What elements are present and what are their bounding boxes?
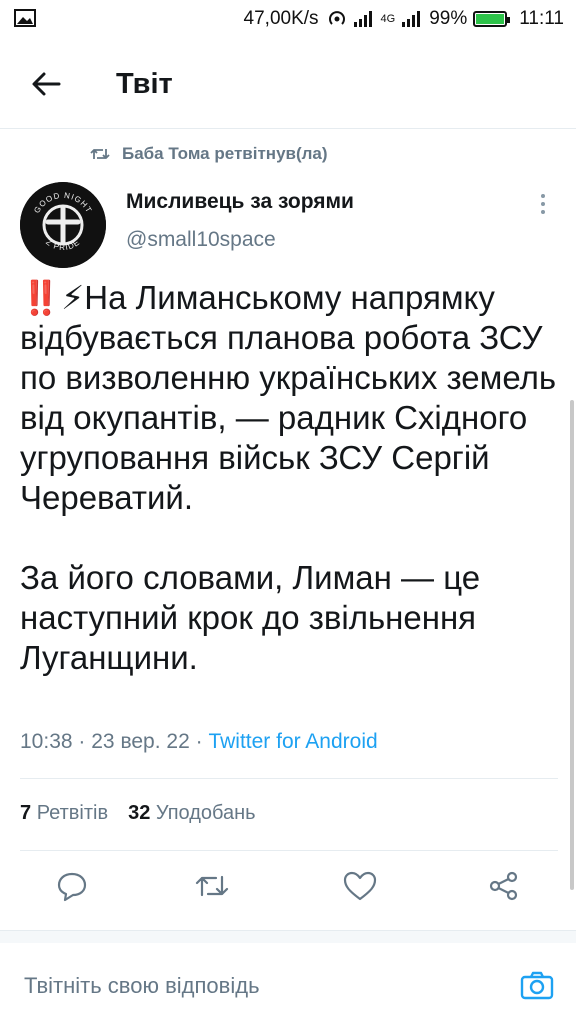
reply-bar: Твітніть свою відповідь (0, 943, 576, 1024)
avatar[interactable]: GOOD NIGHT Z PRIDE (20, 182, 106, 268)
meta-separator: · (78, 730, 86, 753)
share-button[interactable] (484, 866, 524, 906)
retweet-small-icon (90, 149, 110, 159)
image-notification-icon (14, 9, 36, 27)
app-header: Твіт (0, 38, 576, 129)
author-handle[interactable]: @small10space (126, 228, 276, 252)
back-arrow-icon (32, 72, 61, 96)
network-speed: 47,00K/s (243, 8, 319, 29)
reply-button[interactable] (52, 866, 92, 906)
divider (20, 778, 558, 779)
retweets-stat[interactable]: 7 Ретвітів (20, 802, 108, 825)
clock: 11:11 (519, 8, 564, 29)
author-name[interactable]: Мисливець за зорями (126, 190, 354, 214)
tweet-date: 23 вер. 22 (91, 730, 190, 753)
likes-label: Уподобань (155, 802, 256, 824)
like-button[interactable] (340, 866, 380, 906)
back-button[interactable] (26, 66, 66, 102)
battery-fill (476, 14, 504, 24)
camera-icon (520, 971, 554, 1000)
retweet-icon (195, 875, 229, 897)
share-icon (489, 871, 518, 901)
avatar-image: GOOD NIGHT Z PRIDE (20, 182, 106, 268)
status-indicators: 47,00K/s 4G 99% 11:11 (244, 6, 564, 32)
page-title: Твіт (116, 68, 173, 100)
battery-percent: 99% (429, 8, 468, 29)
retweets-count: 7 (20, 802, 32, 824)
section-separator (0, 930, 576, 943)
meta-separator-2: · (195, 730, 203, 753)
reply-icon (57, 872, 87, 902)
tweet-stats: 7 Ретвітів 32 Уподобань (20, 802, 256, 825)
divider (20, 850, 558, 851)
retweet-button[interactable] (192, 866, 232, 906)
camera-button[interactable] (520, 969, 554, 1001)
more-options-button[interactable] (532, 190, 554, 218)
scrollbar[interactable] (570, 400, 574, 890)
retweet-context-text: Баба Тома ретвітнув(ла) (122, 144, 328, 163)
tweet-source-link[interactable]: Twitter for Android (208, 730, 377, 753)
reply-input[interactable]: Твітніть свою відповідь (24, 973, 260, 999)
retweets-label: Ретвітів (36, 802, 109, 824)
status-bar: 47,00K/s 4G 99% 11:11 (0, 0, 576, 38)
like-icon (343, 871, 377, 901)
signal-icon (353, 11, 372, 27)
tweet-text: ‼️⚡На Лиманському напрямку відбувається … (20, 279, 557, 676)
tweet-meta: 10:38 · 23 вер. 22 · Twitter for Android (20, 730, 378, 754)
network-type: 4G (380, 13, 396, 25)
likes-count: 32 (128, 802, 151, 824)
tweet-time: 10:38 (20, 730, 73, 753)
hotspot-icon (328, 11, 345, 25)
battery-icon (473, 11, 511, 27)
signal-icon-2 (402, 11, 421, 27)
likes-stat[interactable]: 32 Уподобань (128, 802, 256, 825)
more-dots-icon (541, 194, 545, 198)
retweet-context[interactable]: Баба Тома ретвітнув(ла) (90, 144, 328, 164)
